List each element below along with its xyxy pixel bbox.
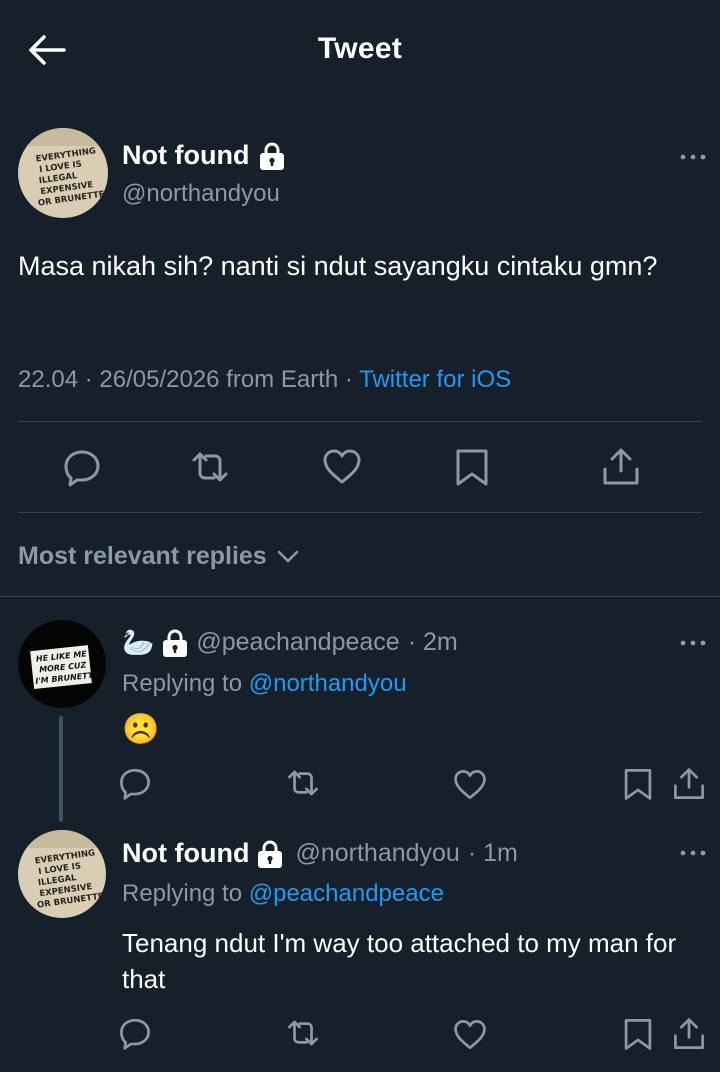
like-button[interactable]: [322, 447, 362, 487]
replying-to-link[interactable]: @peachandpeace: [249, 880, 444, 907]
retweet-button[interactable]: [286, 1016, 320, 1050]
chevron-down-icon: [277, 550, 299, 562]
replies-sort-dropdown[interactable]: Most relevant replies: [18, 542, 299, 571]
lock-icon: [260, 142, 285, 170]
reply-button[interactable]: [118, 1016, 152, 1050]
reply-handle[interactable]: @northandyou: [295, 839, 459, 868]
reply-time: · 2m: [407, 628, 458, 656]
like-icon: [454, 770, 486, 800]
divider: [18, 421, 702, 422]
like-icon: [323, 449, 361, 484]
retweet-icon: [288, 770, 318, 796]
lock-icon: [258, 840, 283, 868]
bookmark-button[interactable]: [621, 1016, 655, 1052]
reply-header: 🦢 @peachandpeace · 2m: [122, 627, 458, 658]
divider: [0, 596, 720, 597]
replying-to: Replying to @northandyou: [122, 670, 407, 697]
like-button[interactable]: [453, 768, 487, 802]
more-options-button[interactable]: [678, 150, 708, 164]
like-button[interactable]: [453, 1018, 487, 1052]
more-icon: [680, 640, 706, 646]
reply-author-name[interactable]: Not found: [122, 838, 249, 869]
reply-time: · 1m: [467, 839, 518, 867]
share-button[interactable]: [672, 766, 706, 802]
reply-icon: [120, 768, 150, 800]
bookmark-button[interactable]: [621, 766, 655, 802]
more-options-button[interactable]: [678, 636, 708, 650]
bookmark-icon: [624, 769, 652, 800]
lock-icon: [163, 629, 188, 657]
bookmark-icon: [624, 1019, 652, 1050]
share-icon: [674, 768, 704, 799]
share-icon: [674, 1018, 704, 1049]
tweet-timestamp: 22.04 · 26/05/2026 from Earth: [18, 366, 339, 393]
replying-to-link[interactable]: @northandyou: [249, 670, 407, 697]
bookmark-icon: [456, 449, 488, 486]
reply-text: Tenang ndut I'm way too attached to my m…: [122, 928, 677, 994]
reply-button[interactable]: [118, 766, 152, 800]
more-icon: [680, 850, 706, 856]
avatar[interactable]: HE LIKE ME MORE CUZ I'M BRUNETTE: [18, 620, 106, 708]
like-icon: [454, 1020, 486, 1050]
avatar[interactable]: EVERYTHING I LOVE IS ILLEGAL EXPENSIVE O…: [18, 128, 108, 218]
retweet-icon: [192, 452, 228, 482]
bookmark-button[interactable]: [452, 447, 492, 487]
tweet-source-link[interactable]: Twitter for iOS: [359, 366, 511, 393]
divider: [18, 512, 702, 513]
author-handle[interactable]: @northandyou: [122, 180, 280, 208]
reply-icon: [64, 450, 100, 487]
tweet-text: Masa nikah sih? nanti si ndut sayangku c…: [18, 251, 658, 281]
more-icon: [680, 154, 706, 160]
more-options-button[interactable]: [678, 846, 708, 860]
thread-line: [59, 716, 63, 822]
reply-icon: [120, 1018, 150, 1050]
avatar[interactable]: EVERYTHING I LOVE IS ILLEGAL EXPENSIVE O…: [18, 830, 106, 918]
share-icon: [603, 448, 639, 485]
reply-header: Not found @northandyou · 1m: [122, 838, 518, 869]
retweet-button[interactable]: [190, 447, 230, 487]
share-button[interactable]: [672, 1016, 706, 1052]
replying-to: Replying to @peachandpeace: [122, 880, 444, 907]
share-button[interactable]: [601, 447, 641, 487]
page-title: Tweet: [317, 32, 403, 65]
reply-button[interactable]: [62, 447, 102, 487]
author-name[interactable]: Not found: [122, 140, 285, 171]
reply-text: ☹️: [122, 713, 160, 746]
retweet-icon: [288, 1020, 318, 1046]
tweet-meta: 22.04 · 26/05/2026 from Earth · Twitter …: [18, 366, 512, 393]
reply-handle[interactable]: @peachandpeace: [196, 628, 399, 657]
swan-emoji: 🦢: [122, 627, 155, 657]
retweet-button[interactable]: [286, 766, 320, 800]
